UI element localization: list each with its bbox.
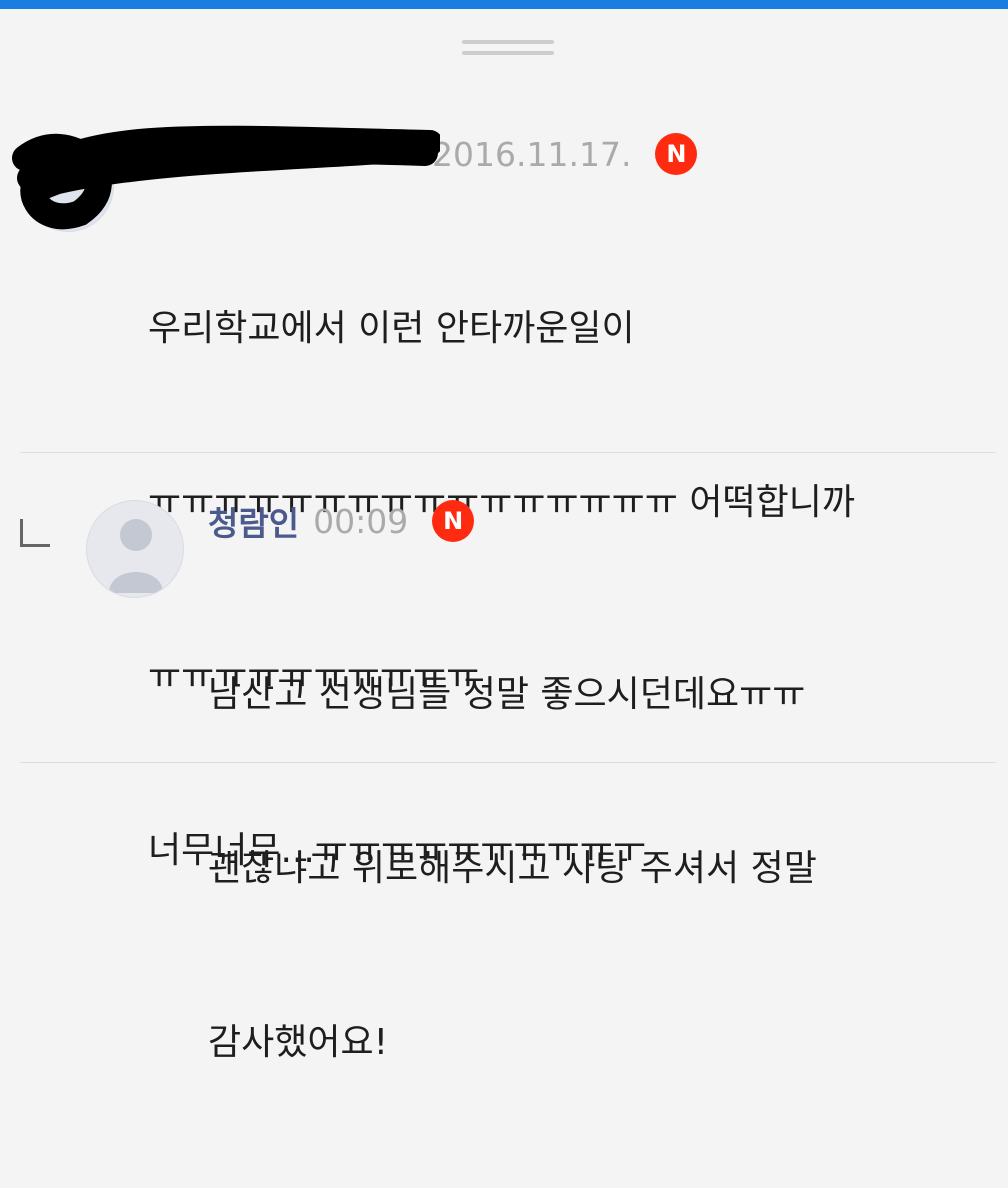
top-accent-bar bbox=[0, 0, 1008, 9]
person-silhouette-icon bbox=[109, 519, 163, 593]
drag-handle-icon[interactable] bbox=[462, 40, 554, 60]
default-avatar-icon[interactable] bbox=[86, 500, 184, 598]
drag-handle-line bbox=[462, 40, 554, 44]
comment-meta: 청람인 00:09 N bbox=[208, 497, 475, 545]
comment-meta: 2016.11.17. N bbox=[150, 133, 698, 175]
drag-handle-line bbox=[462, 51, 554, 55]
comment-divider bbox=[20, 452, 996, 453]
reply-arrow-icon bbox=[20, 519, 50, 547]
avatar[interactable] bbox=[22, 140, 114, 232]
comment-line: 남산고 선생님들 정말 좋으시던데요ㅠㅠ bbox=[208, 674, 806, 715]
comment-line: 우리학교에서 이런 안타까운일이 bbox=[148, 308, 635, 349]
comment-divider bbox=[20, 762, 996, 763]
comment-line: 감사했어요! bbox=[208, 1022, 389, 1063]
new-badge-icon: N bbox=[432, 500, 475, 542]
comment-author[interactable]: 청람인 bbox=[208, 497, 299, 545]
comment-line: 괜찮냐고 위로해주시고 사탕 주셔서 정말 bbox=[208, 848, 817, 889]
comment-body: 남산고 선생님들 정말 좋으시던데요ㅠㅠ 괜찮냐고 위로해주시고 사탕 주셔서 … bbox=[208, 550, 817, 1188]
comment-time: 00:09 bbox=[313, 501, 409, 541]
comment-time: 2016.11.17. bbox=[432, 134, 632, 174]
new-badge-icon: N bbox=[655, 133, 698, 175]
